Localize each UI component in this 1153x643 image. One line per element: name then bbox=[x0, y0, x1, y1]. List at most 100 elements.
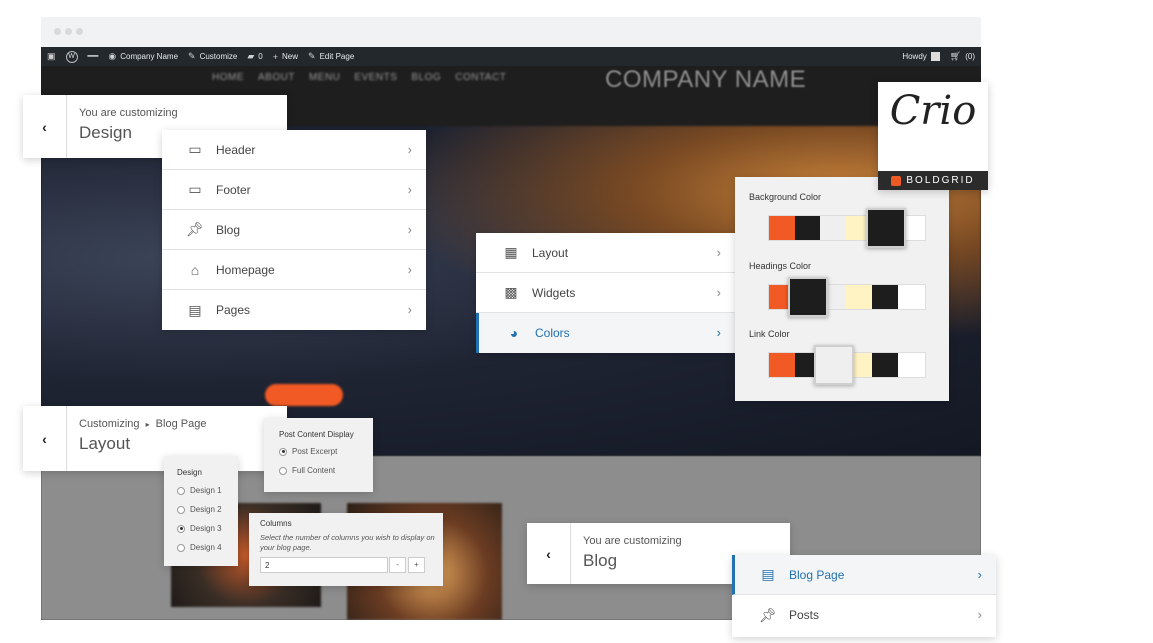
brush-icon: ✎ bbox=[188, 51, 196, 61]
radio-circle bbox=[177, 486, 185, 495]
menu-item-label: Pages bbox=[216, 303, 251, 317]
radio-circle bbox=[279, 447, 287, 456]
footer-icon: ▭ bbox=[188, 181, 202, 197]
boldgrid-icon bbox=[891, 175, 902, 186]
back-button[interactable]: ‹ bbox=[527, 523, 571, 584]
crio-wordmark: Crio bbox=[889, 88, 977, 134]
browser-chrome bbox=[41, 17, 981, 47]
cart-link[interactable]: 🛒︎ (0) bbox=[950, 51, 975, 62]
menu-item-header[interactable]: ▭ Header › bbox=[162, 130, 426, 170]
menu-item-colors[interactable]: ◕ Colors › bbox=[476, 313, 735, 353]
edit-page-link[interactable]: ✎ Edit Page bbox=[308, 51, 354, 62]
customizing-label: You are customizing bbox=[583, 535, 682, 547]
menu-item-label: Posts bbox=[789, 608, 820, 622]
radio-full-content[interactable]: Full Content bbox=[279, 461, 337, 480]
wp-admin-bar: ▣ W ━━ ◉ Company Name ✎ Customize ▰ 0 + New … bbox=[41, 47, 981, 66]
color-swatch[interactable] bbox=[898, 353, 925, 377]
radio-design-4[interactable]: Design 4 bbox=[177, 538, 222, 557]
columns-panel: Columns Select the number of columns you… bbox=[249, 513, 443, 586]
nav-item[interactable]: BLOG bbox=[411, 72, 441, 83]
comments-link[interactable]: ▰ 0 bbox=[247, 51, 262, 62]
increment-button[interactable]: + bbox=[408, 557, 425, 573]
howdy-link[interactable]: Howdy bbox=[902, 52, 940, 61]
new-label: New bbox=[282, 52, 299, 61]
breadcrumb-root: Customizing bbox=[79, 418, 140, 430]
selected-color-swatch[interactable] bbox=[866, 208, 906, 248]
color-swatch[interactable] bbox=[794, 216, 821, 240]
widgets-icon: ▩ bbox=[504, 284, 518, 300]
site-nav: HOME ABOUT MENU EVENTS BLOG CONTACT bbox=[212, 72, 506, 83]
color-swatch[interactable] bbox=[871, 353, 899, 377]
menu-item-pages[interactable]: ▤ Pages › bbox=[162, 290, 426, 330]
new-link[interactable]: + New bbox=[273, 52, 298, 62]
pin-icon: 📌︎ bbox=[759, 606, 777, 623]
radio-design-1[interactable]: Design 1 bbox=[177, 481, 222, 500]
site-name-link[interactable]: ◉ Company Name bbox=[108, 51, 178, 62]
nav-item[interactable]: CONTACT bbox=[455, 72, 506, 83]
decrement-button[interactable]: - bbox=[389, 557, 406, 573]
color-swatch[interactable] bbox=[820, 216, 847, 240]
selected-color-swatch[interactable] bbox=[814, 345, 854, 385]
nav-item[interactable]: MENU bbox=[309, 72, 340, 83]
chevron-right-icon: › bbox=[977, 567, 982, 582]
palette-icon: ◕ bbox=[509, 325, 519, 341]
radio-design-2[interactable]: Design 2 bbox=[177, 500, 222, 519]
menu-item-label: Widgets bbox=[532, 285, 576, 300]
customize-label: Customize bbox=[199, 52, 238, 61]
cart-count: (0) bbox=[965, 52, 975, 61]
panel-title: Layout bbox=[79, 434, 131, 453]
wordpress-icon[interactable]: W bbox=[65, 50, 78, 63]
header-icon: ▭ bbox=[188, 141, 202, 157]
menu-toggle-icon[interactable]: ━━ bbox=[88, 51, 99, 62]
customize-link[interactable]: ✎ Customize bbox=[188, 51, 237, 62]
menu-item-label: Blog Page bbox=[789, 567, 845, 582]
panel-title: Blog bbox=[583, 551, 618, 570]
radio-label: Full Content bbox=[292, 466, 336, 475]
breadcrumb-arrow-icon: ▸ bbox=[145, 420, 150, 429]
color-swatch[interactable] bbox=[846, 285, 872, 309]
menu-item-blog-page[interactable]: ▤ Blog Page › bbox=[732, 555, 996, 595]
menu-item-footer[interactable]: ▭ Footer › bbox=[162, 170, 426, 210]
crio-logo: Crio BOLDGRID bbox=[878, 82, 988, 190]
nav-item[interactable]: EVENTS bbox=[354, 72, 397, 83]
menu-item-widgets[interactable]: ▩ Widgets › bbox=[476, 273, 735, 313]
menu-item-posts[interactable]: 📌︎ Posts › bbox=[732, 595, 996, 635]
layout-customizer-header: ‹ Customizing ▸ Blog Page Layout bbox=[23, 406, 287, 471]
breadcrumb: Customizing ▸ Blog Page bbox=[79, 418, 206, 430]
radio-post-excerpt[interactable]: Post Excerpt bbox=[279, 442, 337, 461]
chevron-left-icon: ‹ bbox=[546, 545, 551, 562]
radio-label: Design 2 bbox=[190, 505, 222, 514]
blog-menu: ▤ Blog Page › 📌︎ Posts › bbox=[732, 555, 996, 637]
chevron-right-icon: › bbox=[407, 142, 412, 157]
dashboard-icon[interactable]: ▣ bbox=[47, 51, 56, 62]
palette-icon: ◉ bbox=[108, 51, 117, 61]
menu-item-blog[interactable]: 📌︎ Blog › bbox=[162, 210, 426, 250]
layout-icon: ▦ bbox=[504, 244, 518, 260]
comments-count: 0 bbox=[258, 52, 263, 61]
menu-item-label: Colors bbox=[535, 326, 570, 340]
radio-design-3[interactable]: Design 3 bbox=[177, 519, 222, 538]
howdy-label: Howdy bbox=[902, 52, 927, 61]
radio-label: Design 1 bbox=[190, 486, 222, 495]
chevron-right-icon: › bbox=[716, 325, 721, 340]
color-swatch[interactable] bbox=[769, 216, 795, 240]
back-button[interactable]: ‹ bbox=[23, 95, 67, 158]
chevron-right-icon: › bbox=[407, 302, 412, 317]
nav-item[interactable]: ABOUT bbox=[258, 72, 295, 83]
color-swatch[interactable] bbox=[769, 353, 795, 377]
radio-circle bbox=[177, 524, 185, 533]
chevron-right-icon: › bbox=[407, 182, 412, 197]
boldgrid-wordmark: BOLDGRID bbox=[906, 175, 975, 186]
back-button[interactable]: ‹ bbox=[23, 406, 67, 471]
radio-circle bbox=[177, 543, 185, 552]
radio-label: Design 3 bbox=[190, 524, 222, 533]
selected-color-swatch[interactable] bbox=[788, 277, 828, 317]
columns-input[interactable]: 2 bbox=[260, 557, 388, 573]
hero-button bbox=[265, 384, 343, 406]
menu-item-homepage[interactable]: ⌂ Homepage › bbox=[162, 250, 426, 290]
color-swatch[interactable] bbox=[871, 285, 899, 309]
menu-item-layout[interactable]: ▦ Layout › bbox=[476, 233, 735, 273]
nav-item[interactable]: HOME bbox=[212, 72, 244, 83]
color-swatch[interactable] bbox=[898, 285, 925, 309]
chevron-right-icon: › bbox=[407, 262, 412, 277]
